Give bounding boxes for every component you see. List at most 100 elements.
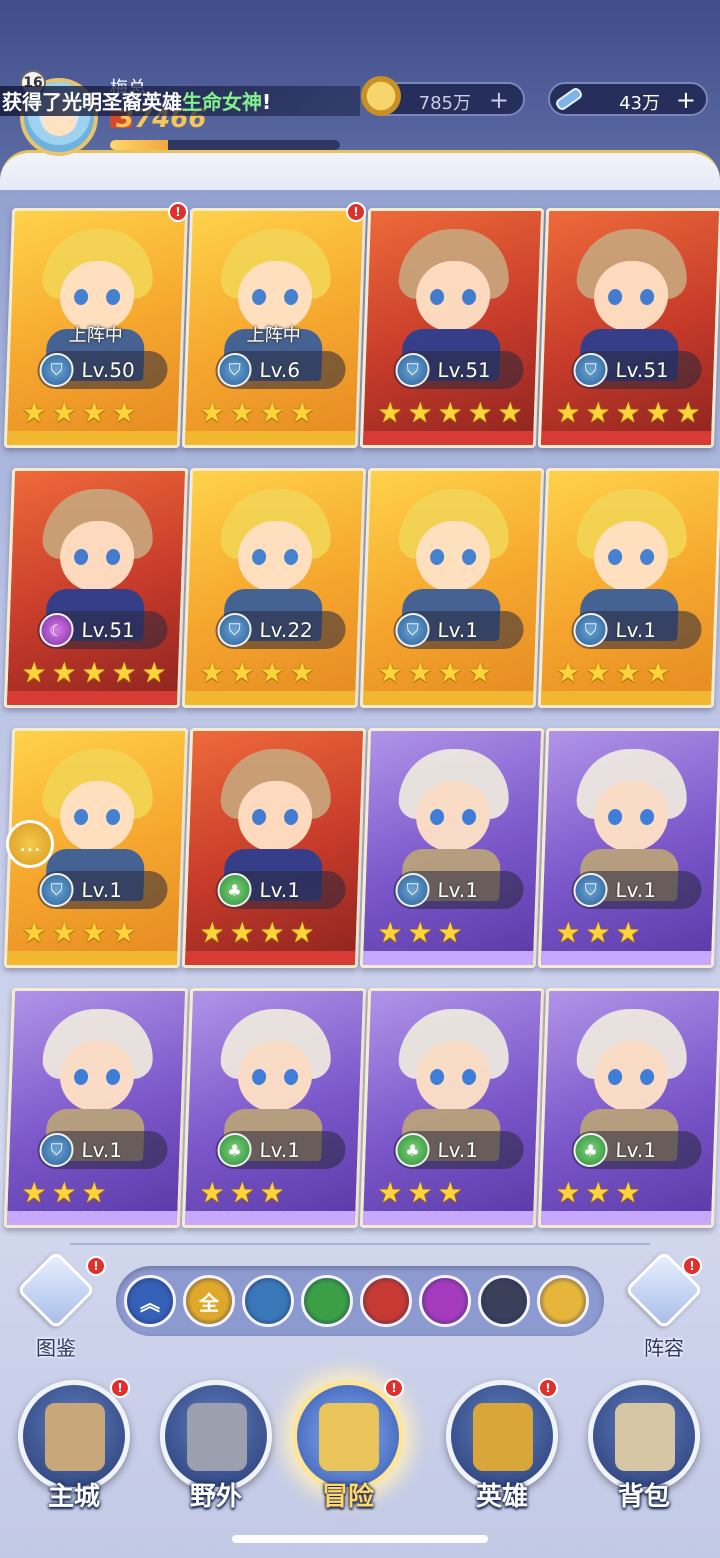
hero-card[interactable]: ♣ Lv.1 ★ ★ ★ ★ <box>181 728 367 968</box>
hero-level: Lv.1 <box>81 878 123 902</box>
nav-bag[interactable]: 背包 <box>584 1380 704 1530</box>
hero-card[interactable]: ☾ Lv.51 ★ ★ ★ ★ ★ <box>3 468 189 708</box>
card-rarity-strip <box>540 431 712 445</box>
star-icon: ★ <box>436 916 464 949</box>
hero-level-pill: ⛉ Lv.1 <box>392 871 525 909</box>
card-rarity-strip <box>6 1211 178 1225</box>
nav-heroes[interactable]: 英雄! <box>442 1378 562 1530</box>
nav-label: 冒险 <box>321 1482 374 1512</box>
nav-art <box>45 1403 105 1471</box>
star-icon: ★ <box>614 396 642 429</box>
hero-card[interactable]: ♣ Lv.1 ★ ★ ★ <box>181 988 367 1228</box>
warrior-element-icon: ⛉ <box>38 353 75 387</box>
hero-card[interactable]: ♣ Lv.1 ★ ★ ★ <box>359 988 545 1228</box>
hero-level: Lv.1 <box>437 878 479 902</box>
warrior-element-icon: ⛉ <box>394 873 431 907</box>
hero-card[interactable]: ♣ Lv.1 ★ ★ ★ <box>537 988 720 1228</box>
nav-alert-dot: ! <box>110 1378 130 1398</box>
filter-all-button[interactable]: 全 <box>183 1275 235 1327</box>
hero-card[interactable]: ⛉ Lv.1 ★ ★ ★ <box>359 728 545 968</box>
filter-collapse-button[interactable]: ︽ <box>124 1275 176 1327</box>
hero-face <box>592 781 670 851</box>
hero-card[interactable]: 上阵中 ⛉ Lv.50 ★ ★ ★ ★ <box>3 208 189 448</box>
hero-level: Lv.1 <box>615 618 657 642</box>
nature-element-icon: ♣ <box>572 1133 609 1167</box>
warrior-element-icon: ⛉ <box>572 353 609 387</box>
codex-button[interactable]: 图鉴 ! <box>16 1250 106 1360</box>
top-bar: 16 梅总 37466 785万 + 43万 + 获得了光明圣裔英雄生命女神! <box>0 0 720 190</box>
gold-add-button[interactable]: + <box>489 86 509 114</box>
hero-card[interactable]: ⛉ Lv.51 ★ ★ ★ ★ ★ <box>359 208 545 448</box>
hero-star-rating: ★ ★ ★ <box>375 916 464 949</box>
hero-card[interactable]: ⛉ Lv.1 ★ ★ ★ ★ <box>359 468 545 708</box>
hero-card[interactable]: ⛉ Lv.51 ★ ★ ★ ★ ★ <box>537 208 720 448</box>
card-rarity-strip <box>184 1211 356 1225</box>
warrior-element-icon: ⛉ <box>38 1133 75 1167</box>
filter-fire-button[interactable] <box>360 1275 412 1327</box>
filter-shadow-button[interactable] <box>419 1275 471 1327</box>
announcement-banner: 获得了光明圣裔英雄生命女神! <box>0 86 360 116</box>
hero-level-pill: ♣ Lv.1 <box>214 1131 347 1169</box>
chat-icon[interactable]: … <box>6 820 54 868</box>
codex-icon <box>16 1250 96 1330</box>
hero-card[interactable]: 上阵中 ⛉ Lv.6 ★ ★ ★ ★ <box>181 208 367 448</box>
hero-face <box>236 521 314 591</box>
star-icon: ★ <box>584 656 612 689</box>
star-icon: ★ <box>80 1176 108 1209</box>
announcement-prefix: 获得了光明圣裔英雄 <box>2 90 182 114</box>
diamond-value: 43万 <box>619 93 660 114</box>
hero-star-rating: ★ ★ ★ ★ ★ <box>553 396 702 429</box>
hero-face <box>58 781 136 851</box>
hero-star-rating: ★ ★ ★ ★ <box>197 656 316 689</box>
star-icon: ★ <box>50 1176 78 1209</box>
filter-light-button[interactable] <box>537 1275 589 1327</box>
star-icon: ★ <box>436 656 464 689</box>
star-icon: ★ <box>228 656 256 689</box>
nature-element-icon: ♣ <box>394 1133 431 1167</box>
star-icon: ★ <box>110 396 138 429</box>
diamond-add-button[interactable]: + <box>676 86 696 114</box>
star-icon: ★ <box>198 1176 226 1209</box>
star-icon: ★ <box>614 656 642 689</box>
star-icon: ★ <box>466 396 494 429</box>
element-filter-bar: ︽ 全 <box>116 1266 604 1336</box>
hero-level-pill: ⛉ Lv.51 <box>570 351 703 389</box>
hero-level-pill: ⛉ Lv.6 <box>214 351 347 389</box>
card-rarity-strip <box>362 431 534 445</box>
filter-dark-button[interactable] <box>478 1275 530 1327</box>
card-rarity-strip <box>540 1211 712 1225</box>
hero-card[interactable]: ⛉ Lv.1 ★ ★ ★ <box>3 988 189 1228</box>
filter-nature-button[interactable] <box>301 1275 353 1327</box>
formation-label: 阵容 <box>644 1336 684 1360</box>
diamond-scroll-icon <box>556 88 582 110</box>
hero-card[interactable]: ⛉ Lv.22 ★ ★ ★ ★ <box>181 468 367 708</box>
star-icon: ★ <box>140 656 168 689</box>
nav-main-city[interactable]: 主城! <box>14 1378 134 1530</box>
filter-warrior-button[interactable] <box>242 1275 294 1327</box>
hero-level: Lv.51 <box>437 358 492 382</box>
star-icon: ★ <box>228 396 256 429</box>
hero-card[interactable]: ⛉ Lv.1 ★ ★ ★ ★ <box>537 468 720 708</box>
hero-card[interactable]: ⛉ Lv.1 ★ ★ ★ <box>537 728 720 968</box>
star-icon: ★ <box>110 916 138 949</box>
card-rarity-strip <box>362 951 534 965</box>
hero-face <box>592 521 670 591</box>
hero-alert-dot: ! <box>168 202 188 222</box>
warrior-element-icon: ⛉ <box>216 613 253 647</box>
star-icon: ★ <box>50 916 78 949</box>
hero-star-rating: ★ ★ ★ ★ ★ <box>375 396 524 429</box>
hero-face <box>592 1041 670 1111</box>
hero-level-pill: ⛉ Lv.22 <box>214 611 347 649</box>
nav-art <box>473 1403 533 1471</box>
star-icon: ★ <box>258 656 286 689</box>
star-icon: ★ <box>288 916 316 949</box>
nav-adventure[interactable]: 冒险! <box>288 1378 408 1530</box>
formation-alert-dot: ! <box>682 1256 702 1276</box>
nav-wild[interactable]: 野外 <box>156 1380 276 1530</box>
hero-level: Lv.1 <box>259 1138 301 1162</box>
hero-star-rating: ★ ★ ★ ★ <box>19 916 138 949</box>
star-icon: ★ <box>258 396 286 429</box>
hero-star-rating: ★ ★ ★ ★ <box>197 916 316 949</box>
star-icon: ★ <box>258 1176 286 1209</box>
formation-button[interactable]: 阵容 ! <box>624 1250 704 1360</box>
